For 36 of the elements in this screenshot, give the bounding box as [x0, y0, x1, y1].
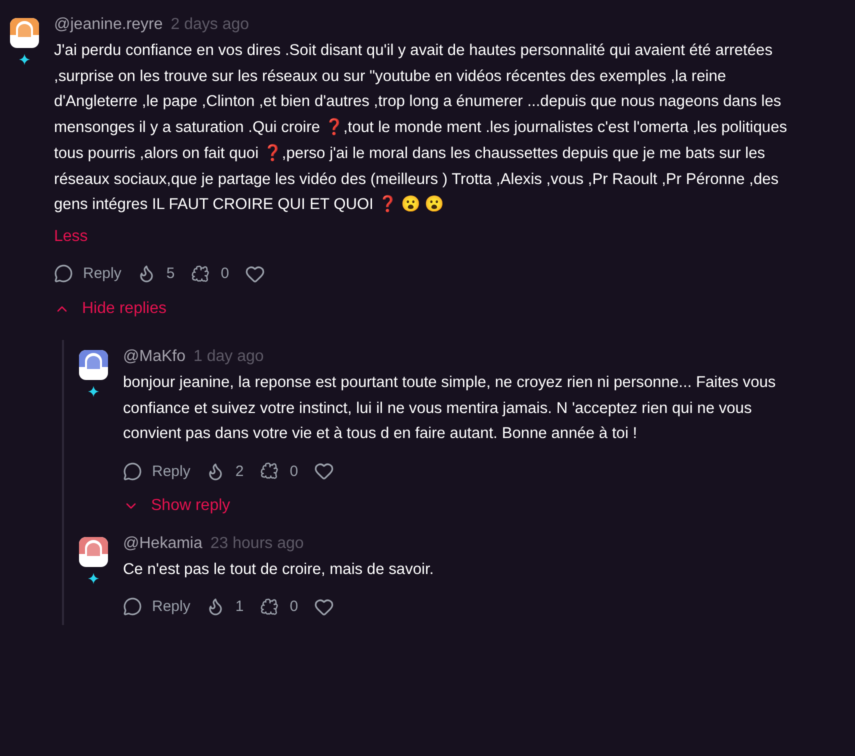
- fire-button[interactable]: 1: [206, 597, 244, 616]
- splat-icon: [260, 596, 280, 617]
- fire-button[interactable]: 5: [137, 264, 175, 284]
- splat-button[interactable]: 0: [190, 264, 230, 284]
- comment-text: J'ai perdu confiance en vos dires .Soit disant qu'il y avait de hautes personnalité qui avaient été arretées ,surprise on les trouve sur les réseaux ou sur "youtube en vidéos récentes des exemples ,la reine d'Angleterre ,le pape ,Clinton ,et bien d'autres ,trop long a énumerer ...depuis que nous nageons dans les mensonges il y a saturation .Qui croire ❓,tout le monde ment .les journalistes c'est l'omerta ,les politiques tous pourris ,alors on fait quoi ❓,perso j'ai le moral dans les chaussettes depuis que je me bats sur les réseaux sociaux,que je partage les vidéo des (meilleurs ) Trotta ,Alexis ,vous ,Pr Raoult ,Pr Péronne ,des gens intégres IL FAUT CROIRE QUI ET QUOI ❓ 😮 😮: [54, 41, 788, 216]
- comment-text: bonjour jeanine, la reponse est pourtant toute simple, ne croyez rien ni personne... Faites vous confiance et suivez votre instinct, lui il ne vous mentira jamais. N 'acceptez rien qui ne vous convient pas dans votre vie et à tous d en faire autant. Bonne année à toi !: [123, 372, 777, 444]
- replies-toggle[interactable]: Hide replies: [54, 300, 166, 318]
- like-button[interactable]: [314, 596, 334, 617]
- less-link[interactable]: Less: [54, 228, 802, 246]
- comment-time: 2 days ago: [170, 16, 250, 34]
- reply-button[interactable]: Reply: [54, 264, 122, 284]
- splat-icon: [190, 264, 211, 284]
- heart-icon: [245, 264, 266, 284]
- splat-button[interactable]: 0: [260, 596, 298, 617]
- comment-text: Ce n'est pas le tout de croire, mais de savoir.: [123, 560, 435, 580]
- comment-author[interactable]: @MaKfo: [123, 348, 186, 366]
- speech-bubble-icon: [54, 264, 73, 284]
- sparkle-icon: [88, 386, 99, 397]
- sparkle-icon: [19, 54, 30, 65]
- heart-icon: [314, 461, 334, 482]
- reply-button[interactable]: Reply: [123, 462, 190, 481]
- like-button[interactable]: [314, 461, 334, 482]
- splat-button[interactable]: 0: [260, 461, 298, 482]
- splat-icon: [260, 461, 280, 482]
- comment-author[interactable]: @Hekamia: [123, 535, 202, 554]
- speech-bubble-icon: [123, 462, 142, 481]
- sparkle-icon: [88, 573, 99, 584]
- comment-time: 23 hours ago: [210, 535, 304, 554]
- fire-button[interactable]: 2: [206, 462, 244, 481]
- reply-button[interactable]: Reply: [123, 597, 190, 616]
- speech-bubble-icon: [123, 597, 142, 616]
- heart-icon: [314, 596, 334, 617]
- like-button[interactable]: [245, 264, 266, 284]
- comment-author[interactable]: @jeanine.reyre: [54, 16, 163, 34]
- comment-time: 1 day ago: [193, 348, 264, 366]
- replies-toggle[interactable]: Show reply: [123, 497, 230, 516]
